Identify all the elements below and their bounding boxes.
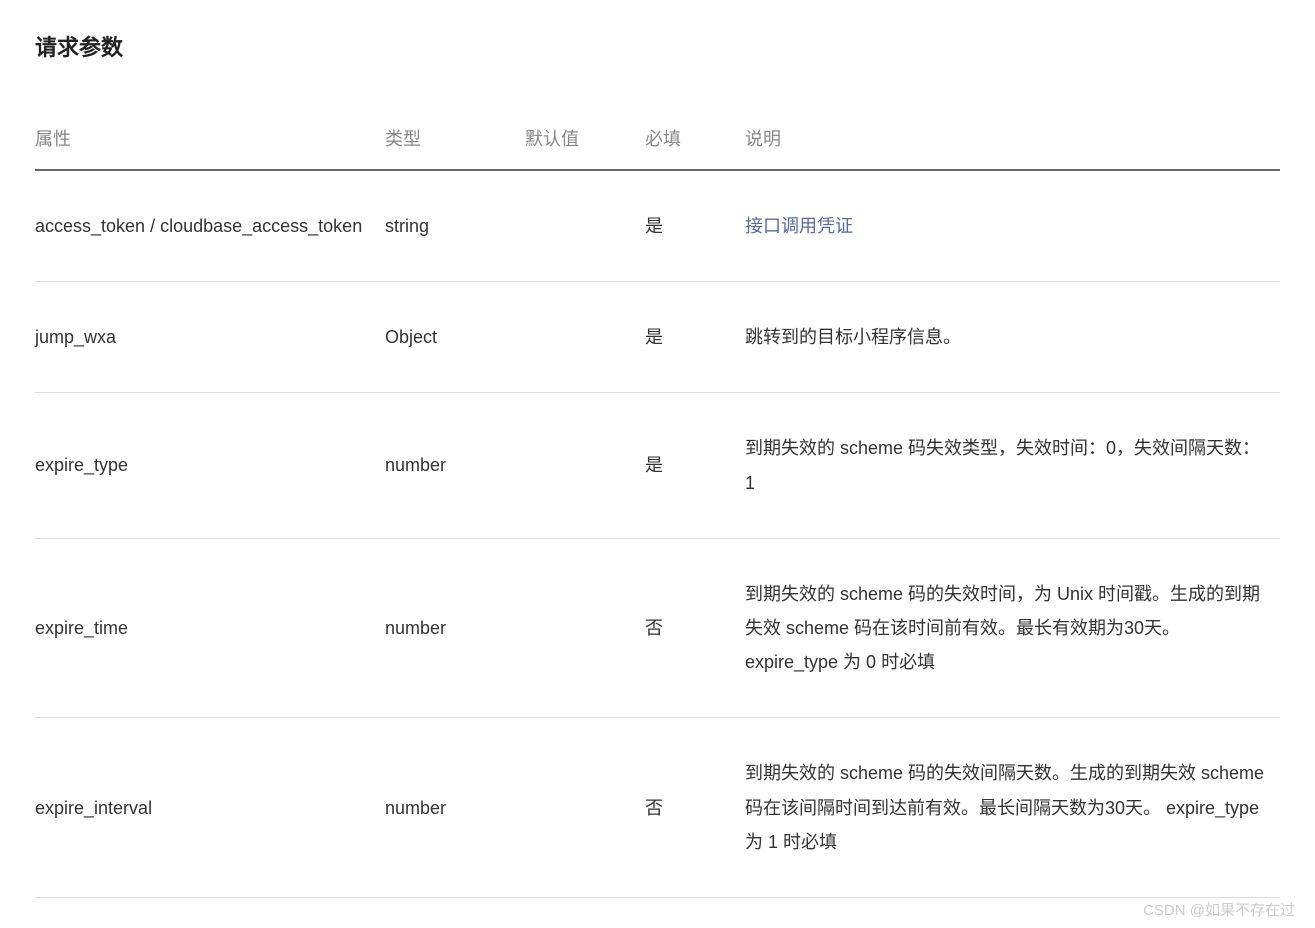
table-row: expire_typenumber 是到期失效的 scheme 码失效类型，失效时… — [35, 393, 1280, 538]
watermark: CSDN @如果不存在过 — [1143, 899, 1295, 920]
cell-desc: 接口调用凭证 — [745, 170, 1280, 282]
cell-default — [525, 718, 645, 898]
cell-attr: jump_wxa — [35, 282, 385, 393]
section-title: 请求参数 — [35, 30, 1280, 62]
table-row: jump_wxaObject 是跳转到的目标小程序信息。 — [35, 282, 1280, 393]
cell-type: string — [385, 170, 525, 282]
cell-default — [525, 393, 645, 538]
cell-required: 是 — [645, 282, 745, 393]
desc-link[interactable]: 接口调用凭证 — [745, 216, 853, 236]
header-attr: 属性 — [35, 107, 385, 170]
cell-required: 是 — [645, 170, 745, 282]
cell-required: 否 — [645, 538, 745, 718]
table-row: access_token / cloudbase_access_tokenstr… — [35, 170, 1280, 282]
cell-default — [525, 170, 645, 282]
cell-type: number — [385, 393, 525, 538]
cell-type: number — [385, 538, 525, 718]
cell-attr: expire_interval — [35, 718, 385, 898]
cell-default — [525, 538, 645, 718]
cell-required: 否 — [645, 718, 745, 898]
cell-desc: 到期失效的 scheme 码的失效间隔天数。生成的到期失效 scheme 码在该… — [745, 718, 1280, 898]
header-required: 必填 — [645, 107, 745, 170]
cell-attr: expire_type — [35, 393, 385, 538]
cell-type: number — [385, 718, 525, 898]
cell-default — [525, 282, 645, 393]
cell-attr: access_token / cloudbase_access_token — [35, 170, 385, 282]
header-default: 默认值 — [525, 107, 645, 170]
cell-type: Object — [385, 282, 525, 393]
table-row: expire_timenumber 否到期失效的 scheme 码的失效时间，为 … — [35, 538, 1280, 718]
cell-desc: 跳转到的目标小程序信息。 — [745, 282, 1280, 393]
header-desc: 说明 — [745, 107, 1280, 170]
cell-desc: 到期失效的 scheme 码失效类型，失效时间：0，失效间隔天数：1 — [745, 393, 1280, 538]
table-row: expire_intervalnumber 否到期失效的 scheme 码的失效间… — [35, 718, 1280, 898]
header-type: 类型 — [385, 107, 525, 170]
cell-attr: expire_time — [35, 538, 385, 718]
cell-required: 是 — [645, 393, 745, 538]
params-table: 属性 类型 默认值 必填 说明 access_token / cloudbase… — [35, 107, 1280, 898]
cell-desc: 到期失效的 scheme 码的失效时间，为 Unix 时间戳。生成的到期失效 s… — [745, 538, 1280, 718]
